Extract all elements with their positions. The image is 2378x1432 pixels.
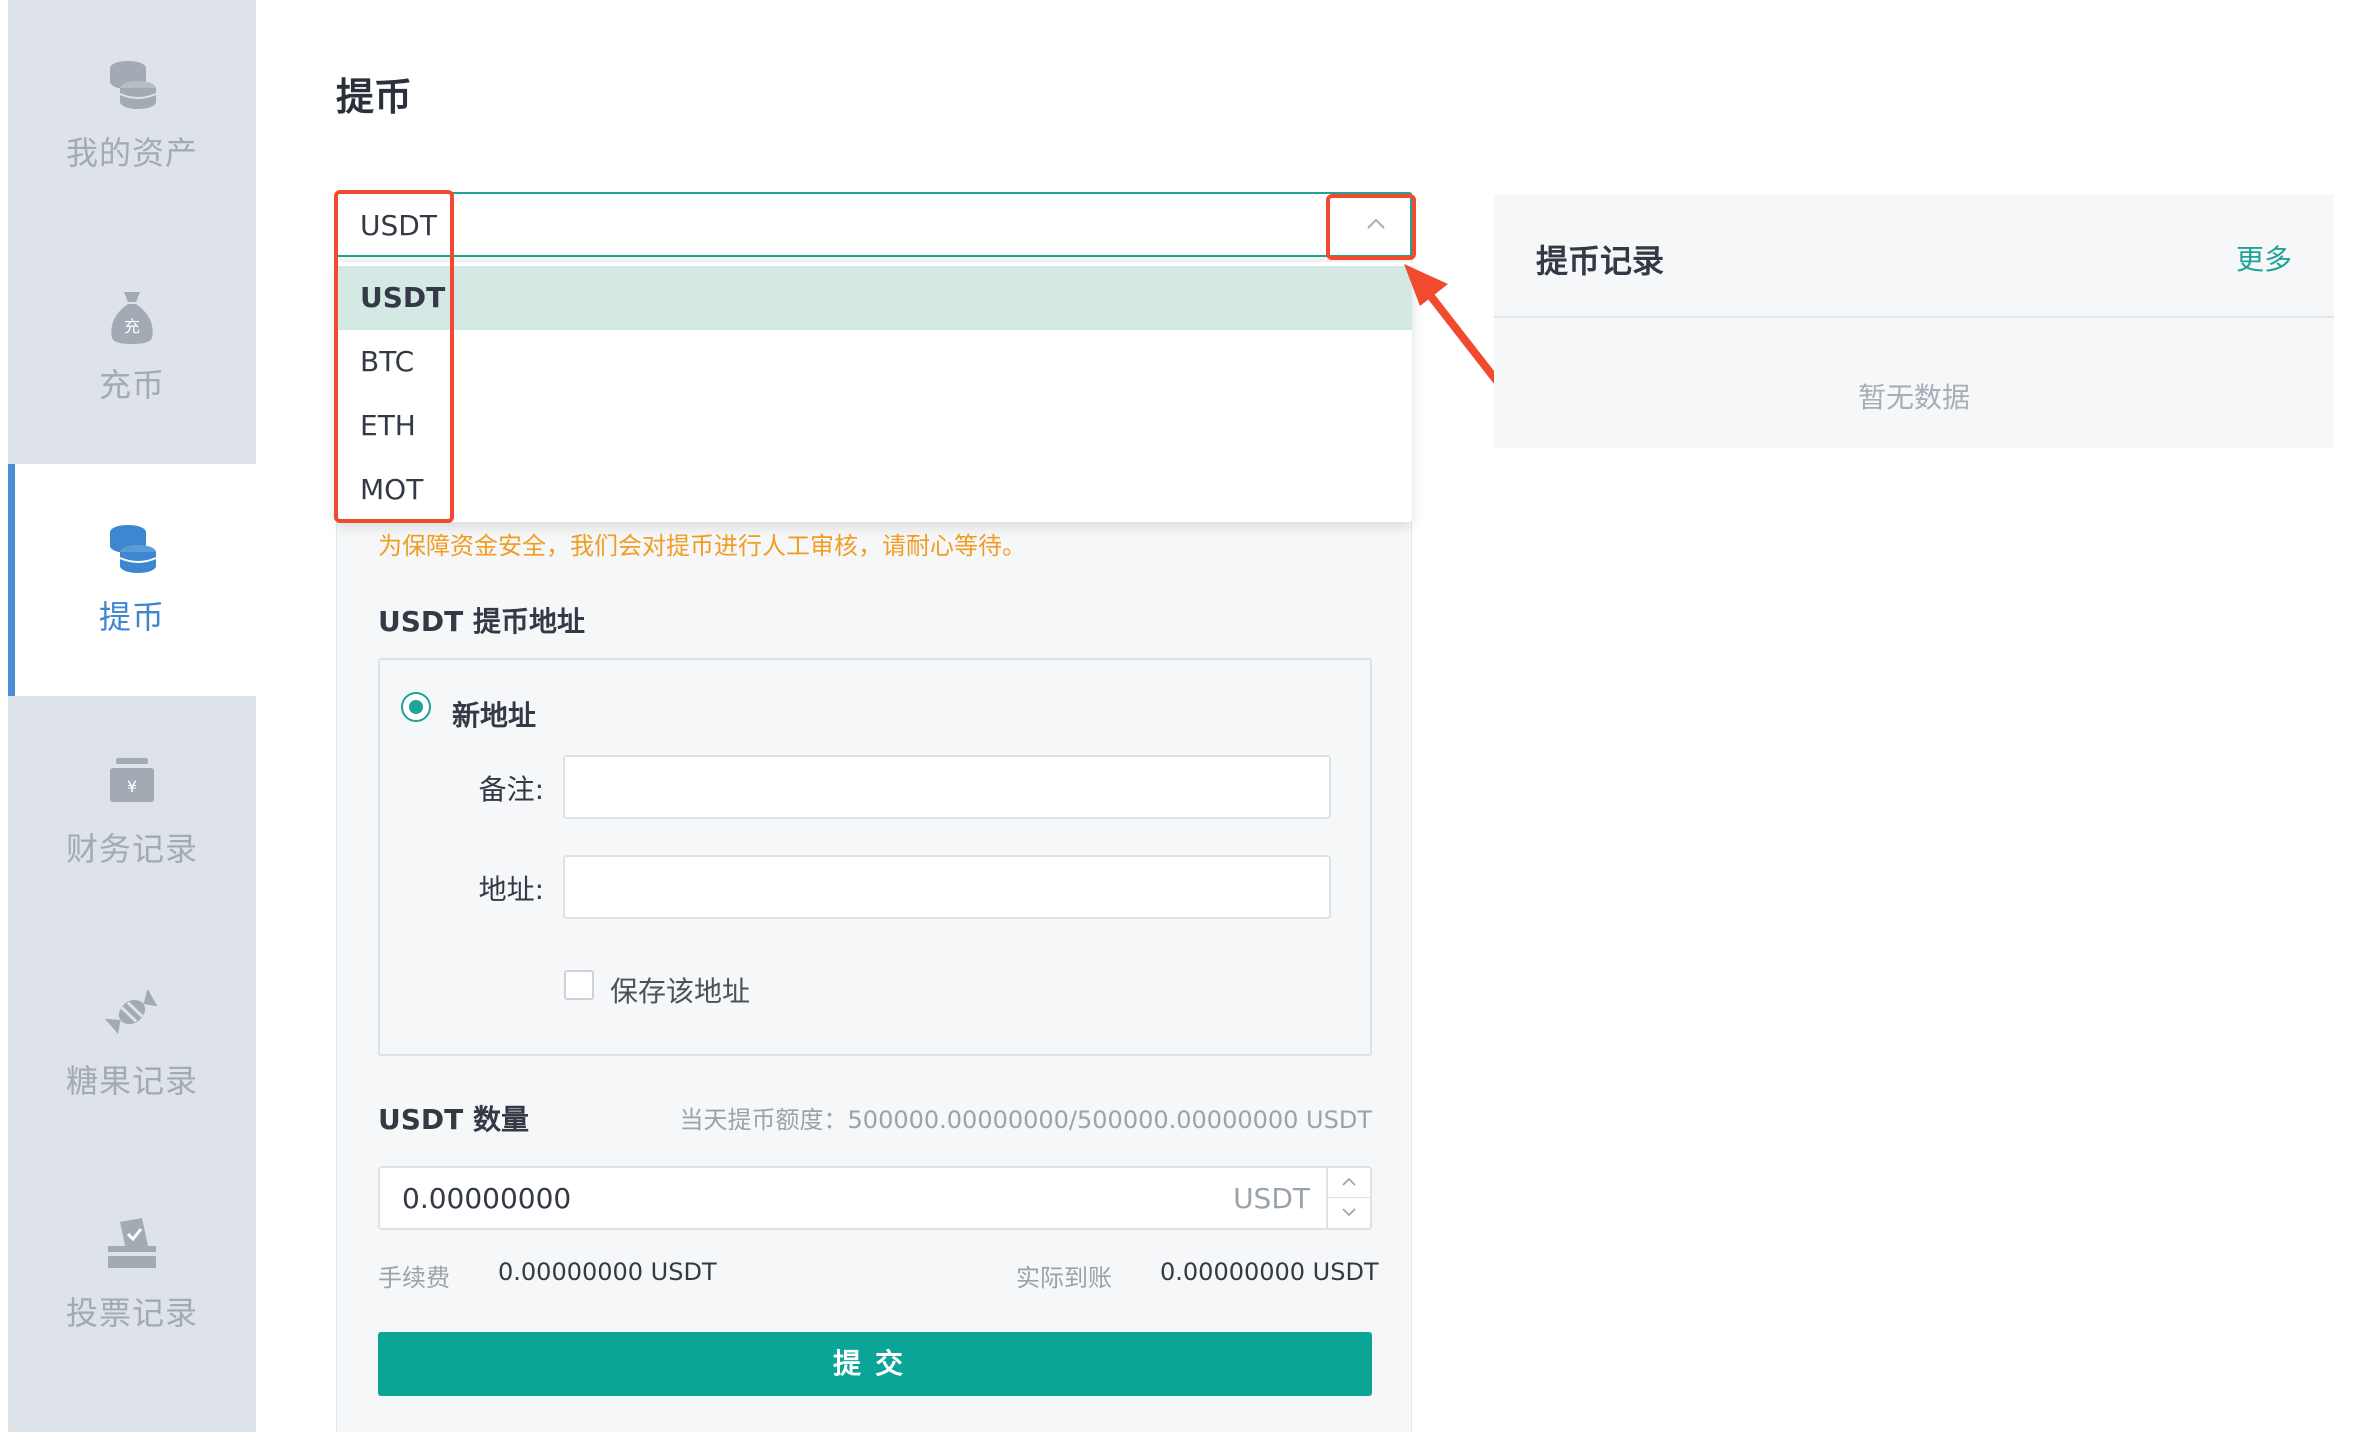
amount-value: 0.00000000 (402, 1182, 572, 1215)
coin-option-eth[interactable]: ETH (336, 394, 1412, 458)
sidebar-item-candy-records[interactable]: 糖果记录 (8, 928, 256, 1160)
coin-select[interactable]: USDT (336, 192, 1412, 257)
coin-option-mot[interactable]: MOT (336, 458, 1412, 522)
coin-dropdown: USDT BTC ETH MOT (336, 262, 1412, 522)
increment-button[interactable] (1328, 1168, 1370, 1198)
records-title: 提币记录 (1536, 242, 1665, 280)
annotation-highlight-options (334, 190, 454, 523)
sidebar-item-label: 财务记录 (65, 830, 198, 868)
ballot-box-icon (108, 1218, 156, 1268)
amount-section-label: USDT 数量 (378, 1103, 529, 1136)
coin-option-btc[interactable]: BTC (336, 330, 1412, 394)
address-label: 地址: (478, 873, 544, 906)
amount-stepper (1326, 1168, 1370, 1228)
coin-stack-icon (110, 525, 157, 573)
candy-icon (104, 988, 158, 1034)
received-label: 实际到账 (1016, 1264, 1112, 1292)
save-address-label: 保存该地址 (610, 975, 751, 1008)
cash-box-icon: ¥ (110, 758, 154, 802)
sidebar-item-label: 糖果记录 (65, 1062, 198, 1100)
coin-option-usdt[interactable]: USDT (336, 266, 1412, 330)
chevron-up-icon (1342, 1177, 1356, 1186)
records-divider (1494, 316, 2334, 318)
page-title: 提币 (336, 75, 413, 119)
records-empty-text: 暂无数据 (1857, 381, 1970, 414)
withdraw-records-panel: 提币记录 更多 暂无数据 (1494, 194, 2334, 448)
sidebar-item-label: 充币 (98, 366, 165, 404)
security-notice: 为保障资金安全，我们会对提币进行人工审核，请耐心等待。 (378, 532, 1026, 560)
sidebar-item-label: 提币 (98, 598, 165, 636)
cash-box-glyph: ¥ (127, 777, 137, 796)
annotation-highlight-arrow (1326, 194, 1416, 260)
fee-value: 0.00000000 USDT (498, 1258, 717, 1286)
coin-stack-icon (110, 61, 157, 109)
chevron-down-icon (1342, 1208, 1356, 1217)
annotation-arrow-icon (1404, 264, 1500, 384)
decrement-button[interactable] (1328, 1198, 1370, 1228)
sidebar-item-deposit[interactable]: 充 充币 (8, 232, 256, 464)
sidebar-item-withdraw[interactable]: 提币 (8, 464, 256, 696)
new-address-label: 新地址 (452, 699, 537, 732)
amount-input[interactable]: 0.00000000 USDT (378, 1166, 1372, 1230)
records-more-link[interactable]: 更多 (2236, 238, 2292, 278)
sidebar-item-my-assets[interactable]: 我的资产 (8, 0, 256, 232)
sidebar-item-label: 投票记录 (65, 1294, 198, 1332)
sidebar-item-vote-records[interactable]: 投票记录 (8, 1160, 256, 1392)
sidebar: 我的资产 充 充币 提币 ¥ 财务记录 糖果记录 投票记录 (8, 0, 256, 1432)
address-input[interactable] (563, 855, 1331, 919)
fee-label: 手续费 (378, 1264, 450, 1292)
money-bag-icon: 充 (111, 292, 153, 344)
sidebar-item-label: 我的资产 (65, 134, 198, 172)
address-section-label: USDT 提币地址 (378, 605, 585, 638)
withdraw-page: 我的资产 充 充币 提币 ¥ 财务记录 糖果记录 投票记录 提币 为保障资金安全… (0, 0, 2378, 1432)
money-bag-glyph: 充 (124, 317, 140, 336)
remark-label: 备注: (478, 773, 544, 806)
amount-unit: USDT (1233, 1182, 1310, 1215)
daily-quota-text: 当天提币额度：500000.00000000/500000.00000000 U… (679, 1106, 1372, 1134)
received-value: 0.00000000 USDT (1160, 1258, 1379, 1286)
save-address-checkbox[interactable] (564, 970, 594, 1000)
submit-button[interactable]: 提交 (378, 1332, 1372, 1396)
new-address-radio[interactable] (401, 692, 431, 722)
remark-input[interactable] (563, 755, 1331, 819)
sidebar-item-finance-records[interactable]: ¥ 财务记录 (8, 696, 256, 928)
